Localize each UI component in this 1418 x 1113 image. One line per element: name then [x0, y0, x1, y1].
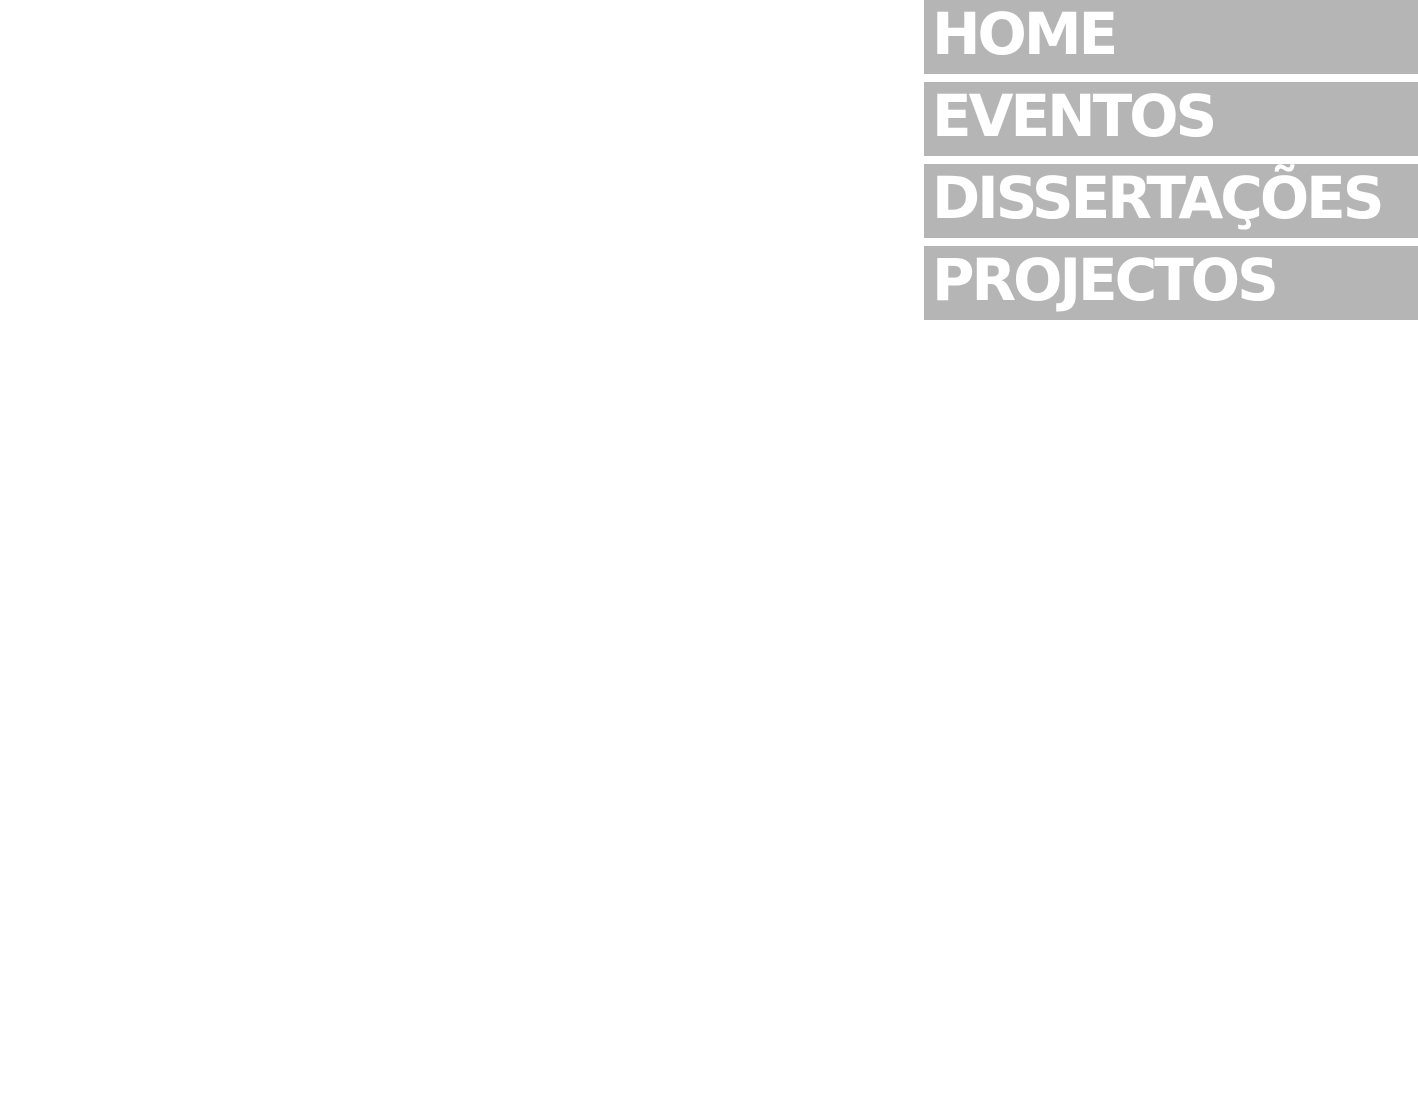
nav-item-label: DISSERTAÇÕES — [932, 164, 1385, 232]
main-navigation: HOME EVENTOS DISSERTAÇÕES PROJECTOS — [924, 0, 1418, 320]
nav-item-projectos[interactable]: PROJECTOS — [924, 246, 1418, 320]
nav-item-label: EVENTOS — [932, 82, 1217, 150]
nav-item-dissertacoes[interactable]: DISSERTAÇÕES — [924, 164, 1418, 238]
nav-item-home[interactable]: HOME — [924, 0, 1418, 74]
nav-item-label: PROJECTOS — [932, 246, 1279, 314]
nav-item-eventos[interactable]: EVENTOS — [924, 82, 1418, 156]
nav-item-label: HOME — [932, 0, 1118, 68]
